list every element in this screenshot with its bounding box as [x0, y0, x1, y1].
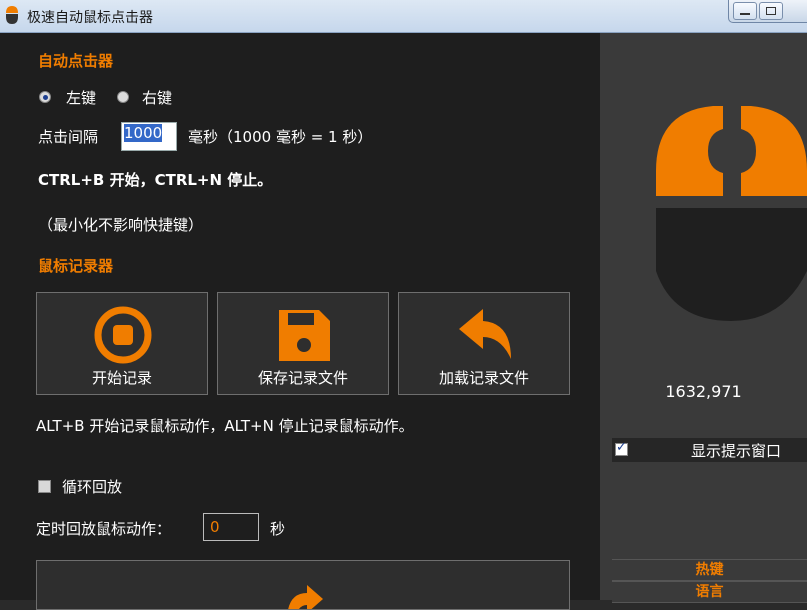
- minimize-button[interactable]: [733, 2, 757, 20]
- title-bar: 极速自动鼠标点击器: [0, 0, 807, 33]
- load-record-label: 加载记录文件: [438, 369, 529, 387]
- window-controls: [728, 0, 807, 23]
- load-record-button[interactable]: 加载记录文件: [398, 292, 570, 395]
- save-icon: [279, 310, 330, 361]
- left-button-radio[interactable]: [39, 91, 51, 103]
- timer-input[interactable]: 0: [203, 513, 259, 541]
- maximize-button[interactable]: [759, 2, 783, 20]
- mouse-illustration-icon: [656, 106, 807, 321]
- hotkey-button[interactable]: 热键: [612, 559, 807, 581]
- window-title: 极速自动鼠标点击器: [27, 10, 153, 26]
- record-icon: [94, 306, 152, 364]
- interval-value: 1000: [124, 124, 163, 142]
- coordinates-readout: 1632,971: [665, 382, 742, 401]
- load-icon: [459, 309, 511, 359]
- playback-button[interactable]: [36, 560, 570, 610]
- timer-unit: 秒: [270, 520, 286, 538]
- left-button-label: 左键: [66, 89, 97, 107]
- show-tip-checkbox[interactable]: [615, 440, 628, 456]
- interval-label: 点击间隔: [38, 128, 99, 146]
- start-record-label: 开始记录: [91, 369, 152, 387]
- mouse-app-icon: [6, 6, 18, 24]
- replay-icon: [288, 585, 323, 609]
- right-button-radio[interactable]: [117, 91, 129, 103]
- minimize-note: （最小化不影响快捷键）: [38, 216, 204, 234]
- interval-input[interactable]: 1000: [121, 122, 177, 151]
- start-record-button[interactable]: 开始记录: [36, 292, 208, 395]
- loop-checkbox[interactable]: [38, 480, 51, 493]
- right-button-label: 右键: [142, 89, 173, 107]
- auto-clicker-heading: 自动点击器: [38, 52, 114, 70]
- save-record-label: 保存记录文件: [257, 369, 348, 387]
- timer-label: 定时回放鼠标动作：: [36, 520, 172, 538]
- loop-label: 循环回放: [62, 478, 123, 496]
- clicker-hotkey-text: CTRL+B 开始，CTRL+N 停止。: [38, 171, 273, 189]
- timer-value: 0: [210, 518, 220, 536]
- interval-unit: 毫秒（1000 毫秒 = 1 秒）: [188, 128, 373, 146]
- recorder-heading: 鼠标记录器: [38, 257, 114, 275]
- recorder-hotkey-text: ALT+B 开始记录鼠标动作，ALT+N 停止记录鼠标动作。: [36, 417, 414, 435]
- show-tip-label: 显示提示窗口: [691, 442, 782, 460]
- save-record-button[interactable]: 保存记录文件: [217, 292, 389, 395]
